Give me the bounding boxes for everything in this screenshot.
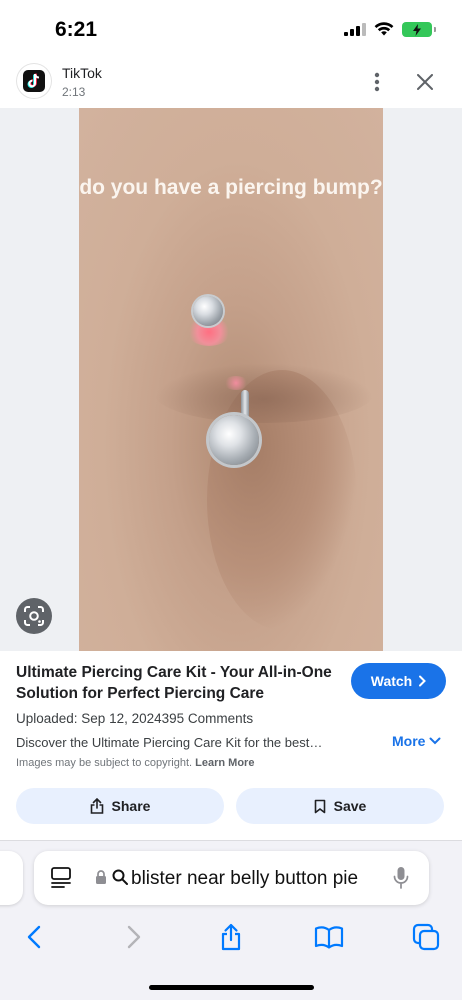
- more-button-label: More: [392, 733, 426, 749]
- search-icon: [112, 869, 128, 885]
- microphone-icon[interactable]: [393, 866, 409, 890]
- result-header: TikTok 2:13: [0, 58, 462, 108]
- copyright-text: Images may be subject to copyright.: [16, 757, 193, 769]
- copyright-notice: Images may be subject to copyright. Lear…: [16, 757, 254, 769]
- tab-overview-icon[interactable]: [50, 867, 74, 889]
- back-icon[interactable]: [16, 919, 52, 955]
- close-icon[interactable]: [413, 70, 437, 94]
- google-lens-icon[interactable]: [16, 598, 52, 634]
- result-image[interactable]: do you have a piercing bump?: [79, 108, 383, 651]
- learn-more-link[interactable]: Learn More: [195, 757, 254, 769]
- home-indicator: [149, 985, 314, 990]
- lock-icon: [96, 870, 106, 884]
- image-caption: do you have a piercing bump?: [79, 176, 383, 199]
- chevron-right-icon: [419, 675, 427, 687]
- address-bar[interactable]: blister near belly button pie: [34, 851, 429, 905]
- cellular-signal-icon: [344, 23, 366, 36]
- save-button-label: Save: [333, 798, 367, 814]
- save-button[interactable]: Save: [236, 788, 444, 824]
- status-bar: 6:21: [0, 0, 462, 58]
- previous-tab-edge[interactable]: [0, 851, 23, 905]
- share-icon: [90, 798, 103, 814]
- tiktok-logo-icon: [17, 64, 51, 98]
- share-icon[interactable]: [213, 919, 249, 955]
- status-time: 6:21: [55, 18, 98, 41]
- more-vertical-icon[interactable]: [366, 70, 388, 94]
- tabs-icon[interactable]: [408, 919, 444, 955]
- share-button-label: Share: [111, 798, 151, 814]
- bookmark-icon: [314, 799, 325, 813]
- result-description: Discover the Ultimate Piercing Care Kit …: [16, 735, 323, 750]
- status-icons: [344, 22, 436, 37]
- skin-fold: [154, 363, 374, 423]
- upload-info: Uploaded: Sep 12, 2024395 Comments: [16, 711, 254, 726]
- watch-button-label: Watch: [370, 673, 413, 689]
- piercing-gem-bottom: [209, 415, 259, 465]
- battery-icon: [402, 22, 436, 37]
- watch-button[interactable]: Watch: [351, 663, 446, 699]
- address-text[interactable]: blister near belly button pie: [131, 868, 376, 890]
- wifi-icon: [374, 22, 394, 36]
- chevron-down-icon: [429, 737, 441, 745]
- piercing-gem-top: [193, 296, 223, 326]
- share-button[interactable]: Share: [16, 788, 224, 824]
- more-button[interactable]: More: [392, 733, 441, 749]
- browser-toolbar: [0, 917, 462, 957]
- charging-bolt-icon: [413, 23, 421, 36]
- video-duration: 2:13: [62, 85, 86, 99]
- bookmarks-icon[interactable]: [311, 919, 347, 955]
- safari-bottom-bar: blister near belly button pie: [0, 840, 462, 1000]
- source-name: TikTok: [62, 65, 102, 81]
- result-title[interactable]: Ultimate Piercing Care Kit - Your All-in…: [16, 662, 334, 704]
- media-viewer: do you have a piercing bump?: [0, 108, 462, 651]
- forward-icon[interactable]: [116, 919, 152, 955]
- piercing-bump-lower: [224, 376, 248, 390]
